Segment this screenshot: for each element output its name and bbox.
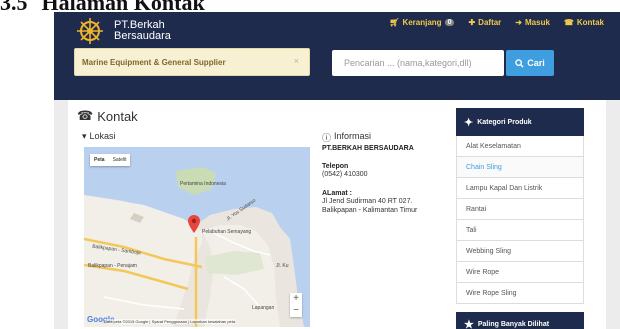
nav-links: 🛒︎ Keranjang 0 ✚ Daftar ➜ Masuk ☎ Kontak <box>389 18 604 27</box>
map-pin-icon[interactable] <box>188 215 200 233</box>
address-line1: Jl Jend Sudirman 40 RT 027. <box>322 198 413 205</box>
map-label-street: Jl. Ku <box>276 263 289 269</box>
map-marker-icon: ▾ <box>82 131 87 141</box>
brand-line2: Bersaudara <box>114 30 171 42</box>
category-list: Alat Keselamatan Chain Sling Lampu Kapal D… <box>456 136 584 304</box>
info-icon: ⓘ <box>322 133 332 143</box>
search-input[interactable] <box>332 50 504 76</box>
phone-value: (0542) 410300 <box>322 171 368 178</box>
location-heading-text: Lokasi <box>89 131 116 141</box>
category-item[interactable]: Rantai <box>456 199 584 220</box>
popular-header: ★ Paling Banyak Dilihat <box>456 312 584 329</box>
map-label-port: Pelabuhan Semayang <box>202 229 252 235</box>
map-label-road: Balikpapan - Penajam <box>88 263 137 269</box>
website-screenshot: PT.Berkah Bersaudara 🛒︎ Keranjang 0 ✚ Da… <box>54 12 620 329</box>
category-item[interactable]: Lampu Kapal Dan Listrik <box>456 178 584 199</box>
address-line2: Balikpapan - Kalimantan Timur <box>322 207 418 214</box>
google-map[interactable]: Peta Satelit Pertamina Indonesia Jl. Yos… <box>84 147 310 327</box>
page-title: ☎ Kontak <box>77 108 138 124</box>
category-link-icon: ✦ <box>464 116 474 129</box>
category-item[interactable]: Alat Keselamatan <box>456 136 584 157</box>
map-land-shapes <box>84 167 304 327</box>
map-label-field: Lapangan <box>252 305 275 311</box>
nav-masuk-label: Masuk <box>525 18 550 27</box>
map-zoom-control: + − <box>290 293 302 317</box>
zoom-out-button[interactable]: − <box>290 305 302 317</box>
popular-header-text: Paling Banyak Dilihat <box>477 321 550 328</box>
category-item[interactable]: Chain Sling <box>456 157 584 178</box>
phone-icon: ☎ <box>563 18 574 27</box>
category-item[interactable]: Wire Rope Sling <box>456 283 584 304</box>
address-label: ALamat : <box>322 190 352 197</box>
login-icon: ➜ <box>515 18 522 27</box>
tagline-alert: Marine Equipment & General Supplier × <box>74 48 310 76</box>
nav-daftar-label: Daftar <box>478 18 502 27</box>
map-type-tabs: Peta Satelit <box>90 154 131 166</box>
search-button-label: Cari <box>527 58 545 68</box>
map-tab-satelit[interactable]: Satelit <box>109 154 131 166</box>
nav-kontak-label: Kontak <box>576 18 604 27</box>
brand-name[interactable]: PT.Berkah Bersaudara <box>114 20 171 42</box>
location-heading: ▾ Lokasi <box>82 131 116 142</box>
nav-daftar[interactable]: ✚ Daftar <box>468 18 501 27</box>
content-area: ☎ Kontak ▾ Lokasi ⓘ Informasi Peta Satel… <box>54 100 620 329</box>
map-label-area: Pertamina Indonesia <box>180 181 226 187</box>
section-number: 3.5 <box>0 0 28 15</box>
page-title-text: Kontak <box>97 108 138 124</box>
nav-masuk[interactable]: ➜ Masuk <box>515 18 550 27</box>
category-item[interactable]: Tali <box>456 220 584 241</box>
cart-count-badge: 0 <box>444 19 455 26</box>
user-plus-icon: ✚ <box>468 18 476 27</box>
phone-label: Telepon <box>322 163 349 170</box>
search-icon <box>515 58 524 68</box>
close-icon[interactable]: × <box>294 56 299 66</box>
zoom-in-button[interactable]: + <box>290 293 302 305</box>
nav-keranjang-label: Keranjang <box>402 18 442 27</box>
category-item[interactable]: Wire Rope <box>456 262 584 283</box>
nav-keranjang[interactable]: 🛒︎ Keranjang 0 <box>389 18 455 27</box>
company-name: PT.BERKAH BERSAUDARA <box>322 145 414 152</box>
phone-icon: ☎ <box>77 108 94 123</box>
info-heading-text: Informasi <box>334 131 372 141</box>
star-icon: ★ <box>464 319 474 329</box>
main-panel: ☎ Kontak ▾ Lokasi ⓘ Informasi Peta Satel… <box>68 100 606 329</box>
map-tab-peta[interactable]: Peta <box>90 154 109 166</box>
ship-wheel-logo-icon[interactable] <box>70 17 110 45</box>
top-navbar: PT.Berkah Bersaudara 🛒︎ Keranjang 0 ✚ Da… <box>54 12 620 100</box>
document-heading: 3.5 Halaman Kontak <box>0 0 219 15</box>
contact-info: PT.BERKAH BERSAUDARA Telepon (0542) 4103… <box>322 145 452 215</box>
category-header-text: Kategori Produk <box>477 118 532 126</box>
category-item[interactable]: Webbing Sling <box>456 241 584 262</box>
nav-kontak[interactable]: ☎ Kontak <box>564 18 604 27</box>
tagline-text: Marine Equipment & General Supplier <box>82 58 226 67</box>
search-button[interactable]: Cari <box>506 50 554 76</box>
cart-icon: 🛒︎ <box>389 18 400 27</box>
sidebar: ✦ Kategori Produk Alat Keselamatan Chain … <box>456 108 584 329</box>
category-header: ✦ Kategori Produk <box>456 108 584 136</box>
info-heading: ⓘ Informasi <box>322 131 371 144</box>
map-attribution[interactable]: Data peta ©2015 Google | Syarat Pengguna… <box>104 319 236 324</box>
